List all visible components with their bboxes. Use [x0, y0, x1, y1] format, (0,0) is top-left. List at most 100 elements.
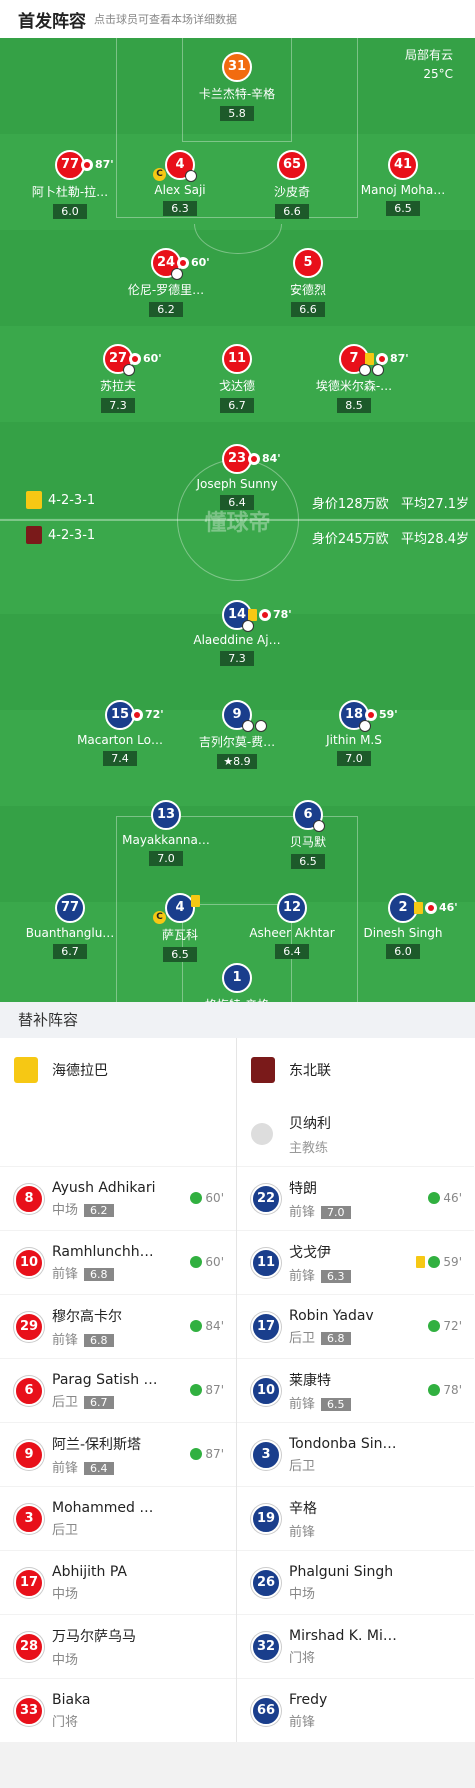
player-name: Manoj Moha… — [360, 183, 446, 197]
sub-time: 60' — [191, 256, 210, 269]
away-player[interactable]: 77 Buanthanglu… 6.7 — [10, 893, 130, 959]
player-number: 31 — [222, 52, 252, 82]
sub-number: 10 — [14, 1247, 44, 1278]
away-sub-player[interactable]: 66 Fredy 前锋 — [237, 1678, 474, 1742]
away-sub-player[interactable]: 26 Phalguni Singh 中场 — [237, 1550, 474, 1614]
sub-number: 32 — [251, 1631, 281, 1662]
player-rating: 6.3 — [163, 201, 197, 216]
sub-on-time: 46' — [443, 1191, 462, 1205]
away-sub-player[interactable]: 11 戈戈伊 前锋 6.3 59' — [237, 1230, 474, 1294]
away-sub-player[interactable]: 10 莱康特 前锋 6.5 78' — [237, 1358, 474, 1422]
away-player[interactable]: 2 46' Dinesh Singh 6.0 — [343, 893, 463, 959]
player-rating: 6.0 — [53, 204, 87, 219]
player-number: 5 — [293, 248, 323, 278]
sub-on-time: 72' — [443, 1319, 462, 1333]
sub-on-time: 60' — [205, 1255, 224, 1269]
sub-position: 前锋 — [52, 1332, 79, 1348]
goal-ball-icon — [242, 620, 254, 632]
goal-ball-icon — [171, 268, 183, 280]
player-rating: 7.3 — [101, 398, 135, 413]
home-sub-player[interactable]: 10 Ramhlunchhu… 前锋 6.8 60' — [0, 1230, 236, 1294]
away-player[interactable]: 6 贝马默 6.5 — [248, 800, 368, 869]
away-team-header[interactable]: 东北联 — [237, 1038, 474, 1102]
player-name: Jithin M.S — [326, 733, 382, 747]
sub-position: 前锋 — [52, 1460, 79, 1476]
home-player[interactable]: 11 戈达德 6.7 — [177, 344, 297, 413]
lineup-title: 首发阵容 — [18, 11, 86, 32]
sub-position: 前锋 — [52, 1266, 79, 1282]
sub-rating: 6.8 — [84, 1267, 114, 1281]
sub-rating: 6.2 — [84, 1203, 114, 1217]
yellow-card-icon — [414, 902, 423, 914]
sub-time: 46' — [439, 901, 458, 914]
sub-number: 19 — [251, 1503, 281, 1534]
away-sub-player[interactable]: 3 Tondonba Singh 后卫 — [237, 1422, 474, 1486]
home-sub-player[interactable]: 9 阿兰-保利斯塔 前锋 6.4 87' — [0, 1422, 236, 1486]
sub-on-icon — [190, 1384, 203, 1396]
away-player[interactable]: 9 吉列尔莫-费… ★8.9 — [177, 700, 297, 769]
home-player[interactable]: 65 沙皮奇 6.6 — [232, 150, 352, 219]
sub-number: 9 — [14, 1439, 44, 1470]
sub-on-icon — [428, 1384, 441, 1396]
away-coach[interactable]: 贝纳利 主教练 — [237, 1102, 474, 1166]
player-number: 77 87' — [55, 150, 114, 180]
sub-rating: 6.4 — [84, 1461, 114, 1475]
sub-off-icon — [259, 609, 271, 621]
home-player[interactable]: 4 C Alex Saji 6.3 — [120, 150, 240, 216]
home-sub-player[interactable]: 28 万马尔萨乌马 中场 — [0, 1614, 236, 1678]
sub-number: 6 — [14, 1375, 44, 1406]
away-sub-player[interactable]: 22 特朗 前锋 7.0 46' — [237, 1166, 474, 1230]
away-sub-player[interactable]: 19 辛格 前锋 — [237, 1486, 474, 1550]
sub-rating: 6.8 — [84, 1333, 114, 1347]
player-number: 14 78' — [222, 600, 292, 632]
home-player[interactable]: 41 Manoj Moha… 6.5 — [343, 150, 463, 216]
away-player[interactable]: 15 72' Macarton Lo… 7.4 — [60, 700, 180, 766]
player-number: 23 84' — [222, 444, 281, 474]
player-number: 27 60' — [103, 344, 162, 376]
away-player[interactable]: 13 Mayakkanna… 7.0 — [106, 800, 226, 866]
home-player[interactable]: 5 安德烈 6.6 — [248, 248, 368, 317]
goal-ball-icon — [185, 170, 197, 182]
player-name: 吉列尔莫-费… — [198, 735, 276, 749]
sub-on-icon — [428, 1320, 441, 1332]
player-name: 苏拉夫 — [99, 379, 136, 393]
home-player[interactable]: 24 60' 伦尼-罗德里… 6.2 — [106, 248, 226, 317]
away-team-name: 东北联 — [289, 1063, 331, 1079]
home-sub-player[interactable]: 17 Abhijith PA 中场 — [0, 1550, 236, 1614]
sub-position: 前锋 — [289, 1524, 316, 1540]
home-team-header[interactable]: 海德拉巴 — [0, 1038, 236, 1102]
home-sub-player[interactable]: 6 Parag Satish … 后卫 6.7 87' — [0, 1358, 236, 1422]
player-number: 13 — [151, 800, 181, 830]
sub-on-icon — [190, 1320, 203, 1332]
sub-number: 22 — [251, 1183, 281, 1214]
away-sub-player[interactable]: 17 Robin Yadav 后卫 6.8 72' — [237, 1294, 474, 1358]
player-name: Macarton Lo… — [77, 733, 163, 747]
home-sub-player[interactable]: 29 穆尔高卡尔 前锋 6.8 84' — [0, 1294, 236, 1358]
home-player[interactable]: 23 84' Joseph Sunny 6.4 — [177, 444, 297, 510]
home-player[interactable]: 7 87' 埃德米尔森-… 8.5 — [294, 344, 414, 413]
home-player[interactable]: 31 卡兰杰特-辛格 5.8 — [177, 52, 297, 121]
sub-indicator: 46' — [414, 895, 458, 921]
sub-number: 10 — [251, 1375, 281, 1406]
sub-position: 后卫 — [289, 1458, 316, 1474]
sub-number: 28 — [14, 1631, 44, 1662]
sub-name: 特朗 — [289, 1180, 317, 1197]
sub-position: 前锋 — [289, 1396, 316, 1412]
home-sub-player[interactable]: 3 Mohammed … 后卫 — [0, 1486, 236, 1550]
player-rating: 6.6 — [275, 204, 309, 219]
away-player[interactable]: 1格梅特-辛格6.5 — [177, 963, 297, 1002]
sub-name: 万马尔萨乌马 — [52, 1628, 136, 1645]
away-player[interactable]: 18 59' Jithin M.S 7.0 — [294, 700, 414, 766]
home-player[interactable]: 77 87' 阿卜杜勒-拉… 6.0 — [10, 150, 130, 219]
player-rating: 7.0 — [337, 751, 371, 766]
player-name: Buanthanglu… — [25, 926, 115, 940]
away-player[interactable]: 12 Asheer Akhtar 6.4 — [232, 893, 352, 959]
sub-rating: 6.3 — [321, 1269, 351, 1283]
sub-position: 前锋 — [289, 1714, 316, 1730]
home-sub-player[interactable]: 8 Ayush Adhikari 中场 6.2 60' — [0, 1166, 236, 1230]
away-player[interactable]: 14 78' Alaeddine Aj… 7.3 — [177, 600, 297, 666]
away-sub-player[interactable]: 32 Mirshad K. Mi… 门将 — [237, 1614, 474, 1678]
home-sub-player[interactable]: 33 Biaka 门将 — [0, 1678, 236, 1742]
home-player[interactable]: 27 60' 苏拉夫 7.3 — [58, 344, 178, 413]
away-player[interactable]: 4 C 萨瓦科 6.5 — [120, 893, 240, 962]
